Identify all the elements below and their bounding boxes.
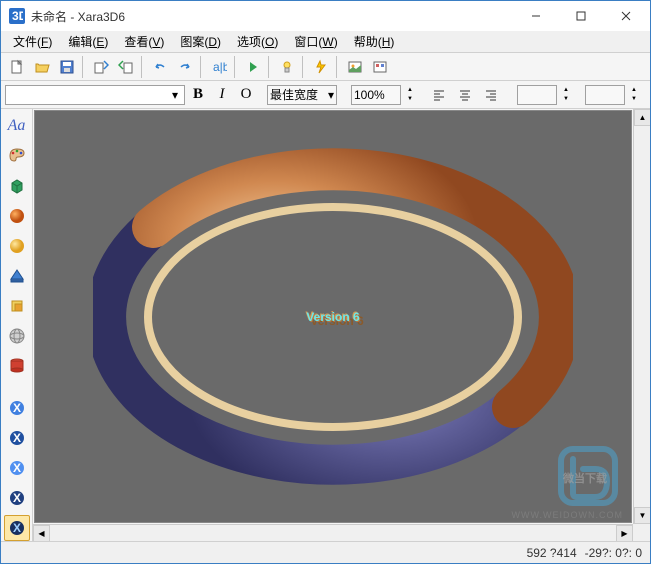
text-tool-button[interactable]: a|b xyxy=(207,55,231,79)
menu-window[interactable]: 窗口(W) xyxy=(286,31,345,52)
minimize-button[interactable] xyxy=(513,2,558,30)
menu-view[interactable]: 查看(V) xyxy=(116,31,172,52)
separator xyxy=(302,56,306,78)
fit-combo[interactable]: 最佳宽度▾ xyxy=(267,85,337,105)
redo-button[interactable] xyxy=(173,55,197,79)
zoom-combo[interactable]: 100% xyxy=(351,85,401,105)
text-style-button[interactable]: Aa xyxy=(4,113,30,139)
globe-button[interactable] xyxy=(4,323,30,349)
svg-text:X: X xyxy=(13,431,21,445)
vertical-scrollbar[interactable]: ▲ ▼ xyxy=(633,109,650,524)
horizontal-scrollbar[interactable]: ◀ ▶ xyxy=(33,524,633,541)
play-button[interactable] xyxy=(241,55,265,79)
titlebar: 3D 未命名 - Xara3D6 xyxy=(1,1,650,31)
format-toolbar: ▾ B I O 最佳宽度▾ 100% ▲▼ ▲▼ ▲▼ xyxy=(1,81,650,109)
font-combo[interactable]: ▾ xyxy=(5,85,185,105)
cylinder-button[interactable] xyxy=(4,353,30,379)
side-toolbar: Aa X X X X X xyxy=(1,109,33,541)
separator xyxy=(200,56,204,78)
undo-button[interactable] xyxy=(148,55,172,79)
extrude-button[interactable] xyxy=(4,263,30,289)
app-icon: 3D xyxy=(9,8,25,24)
open-button[interactable] xyxy=(30,55,54,79)
italic-button[interactable]: I xyxy=(211,84,233,106)
x-blue-button[interactable]: X xyxy=(4,395,30,421)
menu-options[interactable]: 选项(O) xyxy=(229,31,286,52)
close-button[interactable] xyxy=(603,2,648,30)
spacing2-spinner[interactable]: ▲▼ xyxy=(627,86,641,104)
align-center-button[interactable] xyxy=(453,83,477,107)
spacing2-combo[interactable] xyxy=(585,85,625,105)
canvas-wrap: Version 6 Version 6 微当下载 WWW.WEIDOWN.COM… xyxy=(33,109,650,541)
status-coords: 592 ?414 xyxy=(527,546,577,560)
save-button[interactable] xyxy=(55,55,79,79)
window-title: 未命名 - Xara3D6 xyxy=(31,8,513,25)
svg-text:X: X xyxy=(13,461,21,475)
statusbar: 592 ?414 -29?: 0?: 0 xyxy=(1,541,650,563)
separator xyxy=(82,56,86,78)
x-active-button[interactable]: X xyxy=(4,515,30,541)
zoom-spinner[interactable]: ▲▼ xyxy=(403,86,417,104)
align-left-button[interactable] xyxy=(427,83,451,107)
color-palette-button[interactable] xyxy=(4,143,30,169)
scroll-up-icon[interactable]: ▲ xyxy=(634,109,650,126)
watermark-url: WWW.WEIDOWN.COM xyxy=(512,510,623,520)
align-right-button[interactable] xyxy=(479,83,503,107)
main-toolbar: a|b xyxy=(1,53,650,81)
watermark-brand: 微当下载 xyxy=(563,470,607,486)
sphere-button[interactable] xyxy=(4,203,30,229)
ball-button[interactable] xyxy=(4,233,30,259)
gallery2-button[interactable] xyxy=(368,55,392,79)
import-button[interactable] xyxy=(89,55,113,79)
canvas[interactable]: Version 6 Version 6 微当下载 WWW.WEIDOWN.COM xyxy=(34,110,632,523)
new-button[interactable] xyxy=(5,55,29,79)
menu-help[interactable]: 帮助(H) xyxy=(346,31,403,52)
menu-pattern[interactable]: 图案(D) xyxy=(172,31,229,52)
spacing1-combo[interactable] xyxy=(517,85,557,105)
menu-edit[interactable]: 编辑(E) xyxy=(60,31,116,52)
x-dark-button[interactable]: X xyxy=(4,425,30,451)
scroll-corner xyxy=(633,524,650,541)
export-button[interactable] xyxy=(114,55,138,79)
workarea: Aa X X X X X xyxy=(1,109,650,541)
cube-button[interactable] xyxy=(4,173,30,199)
separator xyxy=(141,56,145,78)
separator xyxy=(268,56,272,78)
menubar: 文件(F) 编辑(E) 查看(V) 图案(D) 选项(O) 窗口(W) 帮助(H… xyxy=(1,31,650,53)
bold-button[interactable]: B xyxy=(187,84,209,106)
svg-text:X: X xyxy=(13,401,21,415)
maximize-button[interactable] xyxy=(558,2,603,30)
gallery-button[interactable] xyxy=(343,55,367,79)
svg-text:a|b: a|b xyxy=(213,60,227,74)
x-navy-button[interactable]: X xyxy=(4,485,30,511)
outline-button[interactable]: O xyxy=(235,84,257,106)
text3d: Version 6 Version 6 xyxy=(306,310,359,324)
x-light-button[interactable]: X xyxy=(4,455,30,481)
light-button[interactable] xyxy=(275,55,299,79)
scroll-down-icon[interactable]: ▼ xyxy=(634,507,650,524)
dropdown-icon: ▾ xyxy=(168,88,182,102)
svg-text:X: X xyxy=(13,491,21,505)
status-angle: -29?: 0?: 0 xyxy=(585,546,642,560)
spacing1-spinner[interactable]: ▲▼ xyxy=(559,86,573,104)
svg-text:X: X xyxy=(13,521,21,535)
scroll-right-icon[interactable]: ▶ xyxy=(616,525,633,541)
bevel-button[interactable] xyxy=(4,293,30,319)
scroll-left-icon[interactable]: ◀ xyxy=(33,525,50,541)
separator xyxy=(234,56,238,78)
separator xyxy=(336,56,340,78)
flash-button[interactable] xyxy=(309,55,333,79)
svg-text:3D: 3D xyxy=(12,10,23,22)
menu-file[interactable]: 文件(F) xyxy=(5,31,60,52)
